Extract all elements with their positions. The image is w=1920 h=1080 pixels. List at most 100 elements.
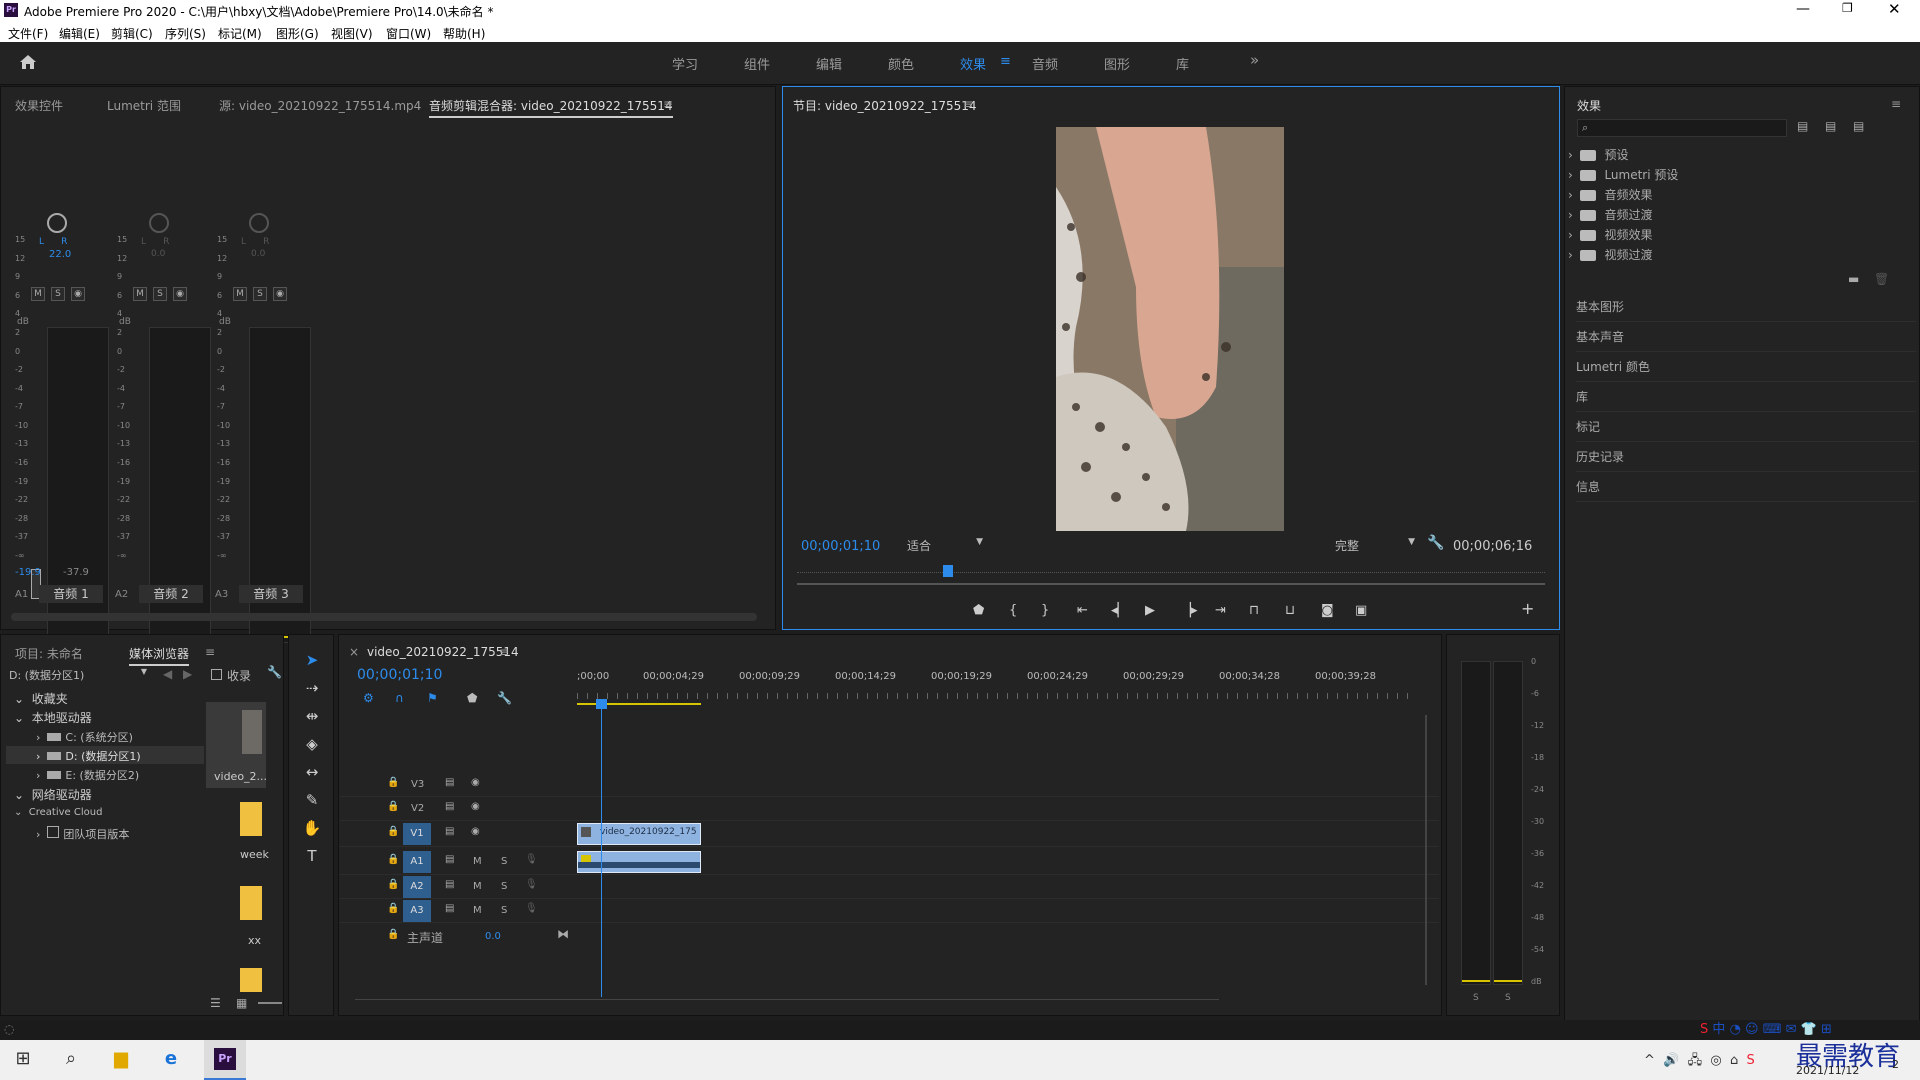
effects-folder-video-effects[interactable]: › 视频效果 (1568, 226, 1652, 243)
razor-tool-icon[interactable]: ◈ (297, 735, 327, 757)
tab-lumetri-scopes[interactable]: Lumetri 范围 (107, 97, 181, 114)
workspace-editing[interactable]: 编辑 (816, 54, 842, 73)
section-lumetri-color[interactable]: Lumetri 颜色 (1576, 358, 1916, 382)
menu-markers[interactable]: 标记(M) (218, 25, 262, 42)
sync-lock-icon[interactable]: ▤ (445, 777, 454, 788)
ime-toolbar[interactable]: S 中 ◔ ☺ ⌨ ✉ 👕 ⊞ (1700, 1018, 1832, 1038)
hand-tool-icon[interactable]: ✋ (297, 819, 327, 841)
solo-right-button[interactable]: S (1505, 993, 1511, 1003)
mute-button[interactable]: M (473, 905, 482, 916)
workspace-effects[interactable]: 效果 (960, 54, 986, 73)
section-essential-sound[interactable]: 基本声音 (1576, 328, 1916, 352)
playhead-marker[interactable] (943, 565, 953, 577)
track-target-a3[interactable]: A3 (403, 900, 431, 922)
effects-folder-lumetri-presets[interactable]: › Lumetri 预设 (1568, 166, 1678, 183)
mark-in-button[interactable]: { (1009, 603, 1017, 618)
compare-view-button[interactable]: ▣ (1355, 603, 1367, 618)
tree-drive-d[interactable]: › D: (数据分区1) (36, 748, 141, 764)
home-icon[interactable] (18, 52, 38, 72)
solo-button[interactable]: S (501, 905, 507, 916)
lock-icon[interactable]: 🔒 (387, 903, 399, 914)
microphone-icon[interactable]: 🎙 (525, 903, 538, 914)
vertical-scrollbar[interactable] (1425, 715, 1427, 985)
workspace-libraries[interactable]: 库 (1176, 54, 1189, 73)
ripple-edit-tool-icon[interactable]: ⇹ (297, 707, 327, 729)
go-to-out-button[interactable]: ⇥ (1215, 603, 1226, 618)
trash-icon[interactable]: 🗑 (1874, 272, 1889, 286)
effects-folder-video-transitions[interactable]: › 视频过渡 (1568, 246, 1652, 263)
section-history[interactable]: 历史记录 (1576, 448, 1916, 472)
file-explorer-icon[interactable]: ▆ (108, 1048, 134, 1072)
tree-drive-e[interactable]: › E: (数据分区2) (36, 767, 139, 783)
go-to-in-button[interactable]: ⇤ (1077, 603, 1088, 618)
workspace-learning[interactable]: 学习 (672, 54, 698, 73)
slip-tool-icon[interactable]: ↔ (297, 763, 327, 785)
section-essential-graphics[interactable]: 基本图形 (1576, 298, 1916, 322)
sync-lock-icon[interactable]: ▤ (445, 879, 454, 890)
solo-button[interactable]: S (153, 287, 167, 301)
notification-badge[interactable]: 2 (1892, 1058, 1899, 1071)
section-info[interactable]: 信息 (1576, 478, 1916, 502)
microphone-icon[interactable]: 🎙 (525, 879, 538, 890)
wrench-icon[interactable]: 🔧 (267, 665, 282, 679)
panel-menu-icon[interactable]: ≡ (499, 645, 509, 659)
quality-dropdown[interactable]: 完整 ▼ (1335, 537, 1419, 555)
track-label[interactable]: V2 (411, 803, 424, 814)
workspace-audio[interactable]: 音频 (1032, 54, 1058, 73)
tree-drive-c[interactable]: › C: (系统分区) (36, 729, 133, 745)
microphone-icon[interactable]: 🎙 (525, 854, 538, 865)
menu-file[interactable]: 文件(F) (8, 25, 48, 42)
mute-button[interactable]: M (473, 856, 482, 867)
add-button[interactable]: + (1521, 599, 1534, 618)
menu-clip[interactable]: 剪辑(C) (111, 25, 153, 42)
maximize-button[interactable]: ❐ (1842, 1, 1853, 15)
workspace-menu-icon[interactable]: ≡ (1000, 54, 1011, 69)
lock-icon[interactable]: 🔒 (387, 777, 399, 788)
time-ruler[interactable] (797, 567, 1545, 573)
menu-edit[interactable]: 编辑(E) (59, 25, 100, 42)
panel-menu-icon[interactable]: ≡ (205, 645, 215, 659)
edge-browser-icon[interactable]: e (158, 1048, 184, 1072)
pan-value[interactable]: 22.0 (49, 249, 71, 260)
lock-icon[interactable]: 🔒 (387, 929, 399, 940)
effects-folder-audio-effects[interactable]: › 音频效果 (1568, 186, 1652, 203)
lock-icon[interactable]: 🔒 (387, 854, 399, 865)
track-target-a1[interactable]: A1 (403, 851, 431, 873)
timeline-ruler[interactable]: ;00;00 00;00;04;29 00;00;09;29 00;00;14;… (577, 671, 1423, 707)
camera-icon[interactable]: ◙ (1321, 603, 1334, 618)
tray-icons[interactable]: ^ 🔊 🖧 ◎ ⌂ S (1644, 1051, 1755, 1073)
master-volume[interactable]: 0.0 (485, 931, 501, 942)
solo-button[interactable]: S (501, 856, 507, 867)
timeline-timecode[interactable]: 00;00;01;10 (357, 667, 442, 683)
lift-button[interactable]: ⊓ (1249, 603, 1259, 618)
nest-toggle-icon[interactable]: ⚙ (363, 691, 374, 705)
tree-team-projects[interactable]: › 团队项目版本 (36, 826, 129, 842)
yuv-effects-icon[interactable]: ▤ (1853, 119, 1864, 133)
record-button[interactable]: ◉ (273, 287, 287, 301)
playhead-line[interactable] (601, 707, 602, 997)
drive-dropdown[interactable]: D: (数据分区1) ▼ (9, 667, 149, 683)
record-button[interactable]: ◉ (173, 287, 187, 301)
tree-local-drives[interactable]: ⌄ 本地驱动器 (14, 709, 92, 726)
menu-sequence[interactable]: 序列(S) (165, 25, 206, 42)
zoom-slider[interactable] (258, 1002, 282, 1004)
effects-folder-audio-transitions[interactable]: › 音频过渡 (1568, 206, 1652, 223)
effects-search-input[interactable]: ⌕ (1577, 119, 1787, 137)
section-libraries[interactable]: 库 (1576, 388, 1916, 412)
section-markers[interactable]: 标记 (1576, 418, 1916, 442)
search-icon[interactable]: ⌕ (58, 1048, 84, 1072)
close-tab-icon[interactable]: × (349, 645, 359, 659)
thumbnail-folder-week[interactable]: week (206, 796, 269, 866)
horizontal-scrollbar[interactable] (11, 613, 757, 621)
tab-sequence[interactable]: video_20210922_175514 (367, 645, 519, 659)
32bit-effects-icon[interactable]: ▤ (1825, 119, 1836, 133)
tab-effect-controls[interactable]: 效果控件 (15, 97, 63, 114)
sync-lock-icon[interactable]: ▤ (445, 903, 454, 914)
track-target-v1[interactable]: V1 (403, 823, 431, 845)
snap-icon[interactable]: ∩ (395, 691, 404, 705)
tab-media-browser[interactable]: 媒体浏览器 (129, 645, 190, 666)
menu-help[interactable]: 帮助(H) (443, 25, 485, 42)
tab-program[interactable]: 节目: video_20210922_175514 (793, 97, 977, 114)
workspace-color[interactable]: 颜色 (888, 54, 914, 73)
pan-knob[interactable] (47, 213, 67, 233)
